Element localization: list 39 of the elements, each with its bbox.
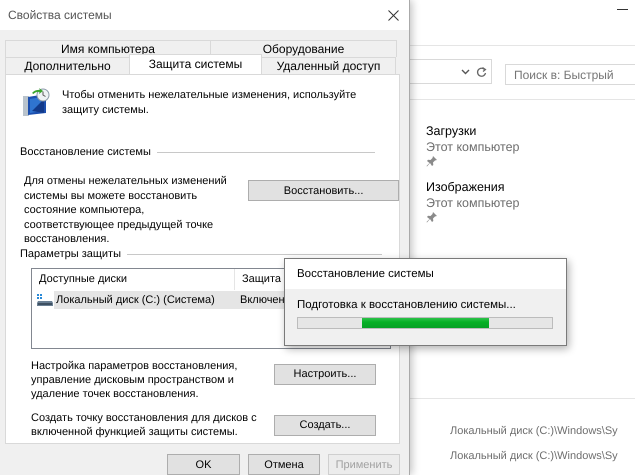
dialog-button[interactable]: OK: [167, 454, 240, 475]
list-row[interactable]: Локальный диск (C:) (Система) Включен: [54, 290, 287, 308]
drive-icon: [36, 292, 54, 306]
restore-button[interactable]: Восстановить...: [248, 180, 399, 201]
item-location: Этот компьютер: [426, 139, 520, 155]
item-location: Этот компьютер: [426, 195, 520, 211]
search-field[interactable]: Поиск в: Быстрый: [505, 64, 635, 85]
tab[interactable]: Защита системы: [129, 54, 262, 74]
section-heading: Восстановление системы: [20, 145, 151, 160]
intro-text: Чтобы отменить нежелательные изменения, используйте защиту системы.: [62, 88, 358, 118]
tab[interactable]: Дополнительно: [5, 57, 130, 74]
quick-access-item[interactable]: Загрузки Этот компьютер: [426, 123, 520, 167]
chevron-down-icon[interactable]: [461, 68, 470, 74]
create-button[interactable]: Создать...: [274, 414, 376, 436]
window-title: Восстановление системы: [297, 268, 434, 280]
list-cell-text: Локальный диск (C:) (Система): [55, 294, 216, 306]
close-icon[interactable]: [388, 10, 399, 20]
tab[interactable]: Оборудование: [210, 40, 397, 57]
tab[interactable]: Имя компьютера: [5, 40, 211, 57]
window-title: Свойства системы: [8, 8, 112, 22]
configure-button[interactable]: Настроить...: [274, 364, 376, 384]
computer-restore-icon: [20, 87, 52, 119]
quick-access-item[interactable]: Изображения Этот компьютер: [426, 179, 520, 223]
file-path: Локальный диск (C:)\Windows\Sy: [450, 424, 618, 439]
refresh-icon[interactable]: [476, 66, 487, 78]
item-name: Загрузки: [426, 123, 476, 139]
restore-description: Для отмены нежелательных изменений системы вы можете восстановить состояние компьютера, соответствующее предыдущей точке восстановления.: [24, 174, 228, 246]
create-description: Создать точку восстановления для дисков с включенной функцией защиты системы.: [31, 410, 258, 438]
list-cell-text: Включен: [239, 294, 286, 306]
progress-message: Подготовка к восстановлению системы...: [297, 299, 516, 311]
item-name: Изображения: [426, 179, 505, 195]
file-path: Локальный диск (C:)\Windows\Sy: [450, 449, 618, 464]
tab[interactable]: Удаленный доступ: [261, 57, 396, 74]
configure-description: Настройка параметров восстановления, управление дисковым пространством и удаление точек восстановления.: [31, 358, 238, 400]
dialog-button[interactable]: Отмена: [248, 454, 320, 475]
address-field[interactable]: [410, 59, 492, 84]
section-heading: Параметры защиты: [20, 246, 121, 262]
column-header[interactable]: Доступные диски: [39, 273, 127, 285]
column-header[interactable]: Защита: [235, 273, 281, 285]
